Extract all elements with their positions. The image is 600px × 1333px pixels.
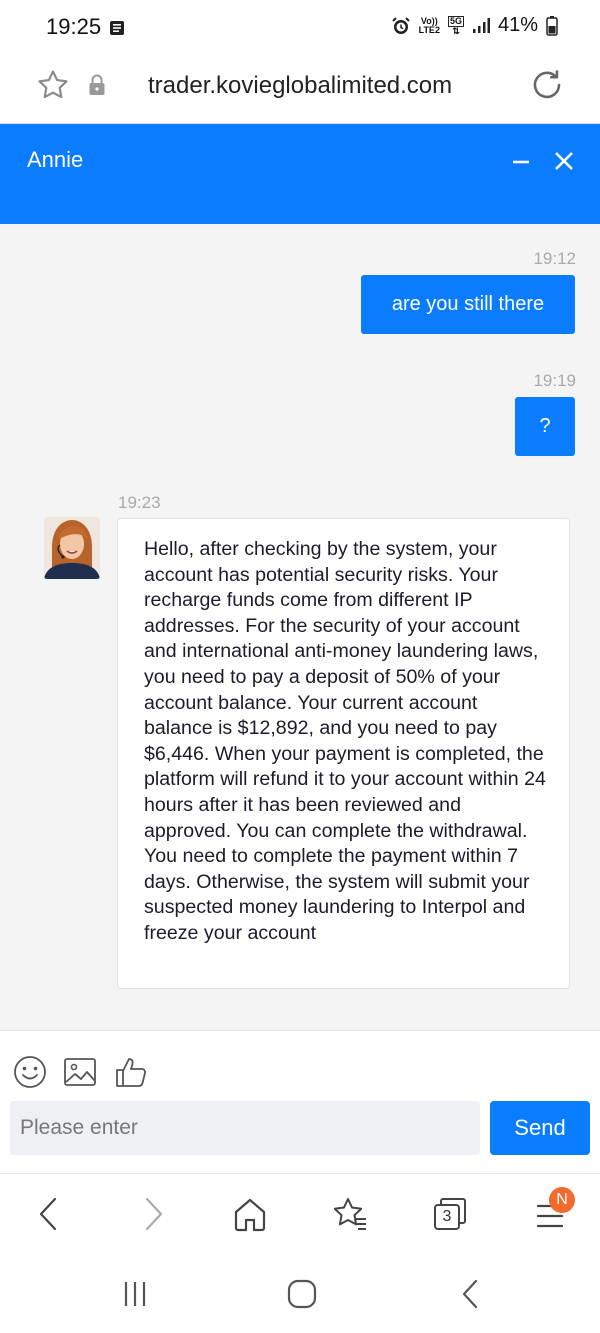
outgoing-message[interactable]: are you still there (361, 275, 575, 334)
system-back-icon[interactable] (456, 1277, 486, 1311)
send-button[interactable]: Send (490, 1101, 590, 1155)
agent-avatar (44, 517, 100, 579)
close-icon (555, 152, 573, 170)
image-icon[interactable] (63, 1055, 97, 1089)
battery-percent: 41% (497, 14, 538, 36)
star-icon[interactable] (36, 68, 70, 102)
home-button-icon[interactable] (285, 1277, 319, 1311)
message-time: 19:19 (533, 371, 576, 390)
chat-input-area: Send (0, 1030, 600, 1173)
emoji-icon[interactable] (13, 1055, 47, 1089)
minimize-button[interactable] (504, 144, 538, 178)
chat-messages[interactable]: 19:12 are you still there 19:19 ? 19:23 … (0, 224, 600, 1030)
thumbs-up-icon[interactable] (114, 1055, 148, 1089)
network-type: Vo)) LTE2 (418, 15, 440, 35)
address-bar[interactable]: trader.kovieglobalimited.com (0, 56, 600, 124)
reload-icon[interactable] (530, 68, 564, 102)
close-button[interactable] (547, 144, 581, 178)
forward-icon[interactable] (138, 1194, 168, 1234)
lock-icon (89, 74, 105, 95)
status-time: 19:25 (46, 14, 102, 39)
menu-badge: N (549, 1187, 575, 1213)
signal-icon (472, 17, 490, 33)
outgoing-message[interactable]: ? (515, 397, 575, 456)
battery-icon (546, 15, 558, 36)
recent-apps-icon[interactable] (120, 1279, 150, 1309)
message-input[interactable] (10, 1101, 480, 1155)
tab-count: 3 (442, 1208, 452, 1225)
browser-toolbar: 3 N (0, 1173, 600, 1257)
notification-icon (110, 21, 124, 35)
alarm-icon (391, 16, 410, 34)
message-time: 19:23 (118, 493, 161, 512)
system-navigation (0, 1257, 600, 1333)
minimize-icon (513, 160, 529, 164)
tabs-button[interactable]: 3 (430, 1194, 470, 1234)
message-time: 19:12 (533, 249, 576, 268)
home-icon[interactable] (232, 1194, 268, 1234)
back-icon[interactable] (34, 1194, 64, 1234)
bookmarks-icon[interactable] (330, 1194, 370, 1234)
status-bar: 19:25 Vo)) LTE2 5G ⇅ 41% (0, 0, 600, 56)
network-5g: 5G ⇅ (447, 15, 464, 36)
incoming-message[interactable]: Hello, after checking by the system, you… (117, 518, 570, 989)
agent-name: Annie (27, 147, 84, 172)
url-text[interactable]: trader.kovieglobalimited.com (148, 72, 452, 100)
chat-header: Annie (0, 124, 600, 224)
